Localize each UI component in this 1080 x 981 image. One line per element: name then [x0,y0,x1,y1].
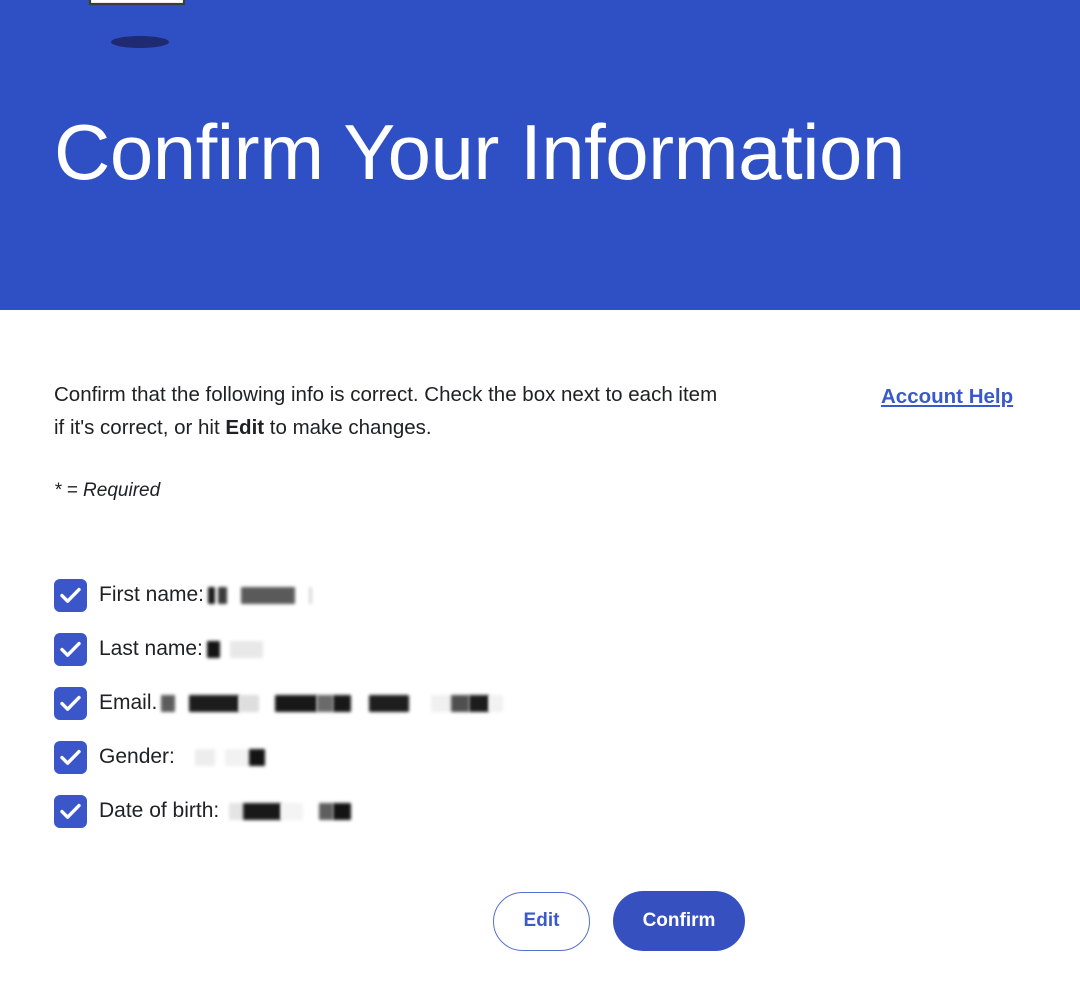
redaction-block [319,802,334,820]
redaction-block [431,694,452,712]
redaction-block [161,694,176,712]
redacted-value [223,798,352,824]
required-legend: * = Required [54,480,161,501]
redacted-value [208,582,313,608]
redacted-value [179,744,265,770]
redaction-block [317,694,334,712]
edit-button[interactable]: Edit [493,891,590,951]
redaction-block [275,694,318,712]
redaction-block [239,694,260,712]
checklist-row-label: Date of birth: [99,799,220,822]
redaction-block [229,640,263,658]
confirmation-checklist: First name: Last name: Email. Gender: Date o… [54,568,774,838]
checklist-row-label: Last name: [99,637,203,660]
redacted-value [161,690,504,716]
envelope-at-icon [78,0,228,48]
redaction-block [248,748,265,766]
redaction-block [451,694,470,712]
redaction-block [369,694,410,712]
checkbox-checked-icon[interactable] [54,578,87,612]
page-content: Confirm that the following info is corre… [0,310,1080,981]
intro-text-part2: to make changes. [264,416,432,439]
redaction-block [333,802,352,820]
confirm-button[interactable]: Confirm [613,891,745,951]
checklist-row-label: Email. [99,691,158,714]
intro-edit-emphasis: Edit [225,416,265,439]
page-header: Confirm Your Information [0,0,1080,310]
checkbox-checked-icon[interactable] [54,686,87,720]
page-title: Confirm Your Information [54,108,905,196]
redaction-block [281,802,304,820]
checklist-row: First name: [54,568,774,622]
redaction-block [309,586,313,604]
checklist-row-label: First name: [99,583,205,606]
redaction-block [489,694,504,712]
redaction-block [206,640,220,658]
checklist-row: Date of birth: [54,784,774,838]
redaction-block [218,586,228,604]
redaction-block [208,586,216,604]
action-buttons: Edit Confirm [493,891,745,951]
redaction-block [469,694,490,712]
redacted-value [206,636,263,662]
redaction-block [243,802,282,820]
checklist-row: Email. [54,676,774,730]
intro-paragraph: Confirm that the following info is corre… [54,378,729,444]
checklist-row: Gender: [54,730,774,784]
redaction-block [189,694,240,712]
checkbox-checked-icon[interactable] [54,794,87,828]
redaction-block [224,748,249,766]
account-help-link[interactable]: Account Help [881,383,1013,411]
redaction-block [333,694,352,712]
checklist-row-label: Gender: [99,745,175,768]
checkbox-checked-icon[interactable] [54,632,87,666]
checkbox-checked-icon[interactable] [54,740,87,774]
redaction-block [194,748,215,766]
redaction-block [229,802,244,820]
checklist-row: Last name: [54,622,774,676]
redaction-block [241,586,296,604]
